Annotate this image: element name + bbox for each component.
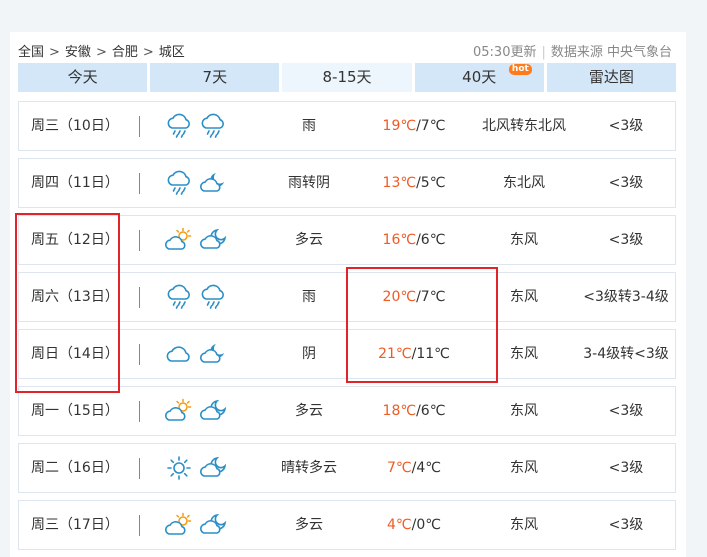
weather-icons (165, 102, 227, 150)
breadcrumb: 全国 > 安徽 > 合肥 > 城区 (18, 41, 185, 60)
rain-cloud-icon (165, 170, 193, 196)
wind-direction: 东风 (510, 289, 538, 305)
tab-8-15-days[interactable]: 8-15天 (282, 63, 412, 92)
forecast-list: 周三（10日）雨 19℃/7℃ 北风转东北风 <3级 周四（11日） 雨转阴 13℃/5℃ 东… (18, 101, 676, 557)
weather-icons (165, 387, 227, 435)
forecast-date: 周六（13日） (31, 289, 119, 305)
wind-level: <3级 (608, 517, 644, 533)
forecast-date: 周日（14日） (31, 346, 119, 362)
partly-cloudy-day-icon (165, 227, 193, 253)
partly-cloudy-day-icon (165, 512, 193, 538)
high-temperature: 13℃ (382, 175, 417, 191)
tab-7-days[interactable]: 7天 (150, 63, 280, 92)
forecast-date: 周四（11日） (31, 175, 119, 191)
tab-radar[interactable]: 雷达图 (546, 63, 677, 92)
update-time: 05:30更新 (473, 45, 537, 60)
breadcrumb-item-district[interactable]: 城区 (159, 45, 185, 60)
weather-icons (165, 444, 227, 492)
weather-icons (165, 501, 227, 549)
wind-level: <3级 (608, 232, 644, 248)
column-divider (139, 230, 140, 251)
cloud-icon (165, 341, 193, 367)
breadcrumb-separator: > (95, 45, 107, 60)
high-temperature: 7℃ (387, 460, 412, 476)
low-temperature: /6℃ (416, 232, 446, 248)
wind-level: <3级 (608, 403, 644, 419)
column-divider (139, 401, 140, 422)
column-divider (139, 344, 140, 365)
low-temperature: /0℃ (411, 517, 441, 533)
tab-40-days-label: 40天 (462, 68, 497, 86)
high-temperature: 19℃ (382, 118, 417, 134)
high-temperature: 20℃ (382, 289, 417, 305)
forecast-row: 周三（17日） 多云 4℃/0℃ 东风 <3级 (18, 500, 676, 550)
wind-level: <3级 (608, 460, 644, 476)
low-temperature: /7℃ (416, 289, 446, 305)
forecast-row: 周六（13日）雨 20℃/7℃ 东风 <3级转3-4级 (18, 272, 676, 322)
sun-icon (165, 455, 193, 481)
high-temperature: 18℃ (382, 403, 417, 419)
breadcrumb-item-province[interactable]: 安徽 (65, 45, 91, 60)
breadcrumb-item-country[interactable]: 全国 (18, 45, 44, 60)
rain-cloud-icon (165, 284, 193, 310)
wind-direction: 东风 (510, 403, 538, 419)
forecast-date: 周三（17日） (31, 517, 119, 533)
column-divider (139, 173, 140, 194)
forecast-tabs: 今天 7天 8-15天 40天 hot 雷达图 (18, 63, 677, 92)
breadcrumb-item-city[interactable]: 合肥 (112, 45, 138, 60)
low-temperature: /6℃ (416, 403, 446, 419)
column-divider (139, 458, 140, 479)
wind-direction: 东风 (510, 460, 538, 476)
wind-direction: 北风转东北风 (482, 118, 566, 134)
forecast-date: 周二（16日） (31, 460, 119, 476)
hot-badge: hot (508, 64, 532, 75)
wind-level: <3级转3-4级 (583, 289, 669, 305)
wind-level: <3级 (608, 175, 644, 191)
weather-icons (165, 330, 227, 378)
partly-cloudy-day-icon (165, 398, 193, 424)
forecast-row: 周五（12日） 多云 16℃/6℃ 东风 <3级 (18, 215, 676, 265)
low-temperature: /4℃ (411, 460, 441, 476)
forecast-row: 周三（10日）雨 19℃/7℃ 北风转东北风 <3级 (18, 101, 676, 151)
forecast-row: 周二（16日） 晴转多云 7℃/4℃ 东风 <3级 (18, 443, 676, 493)
low-temperature: /11℃ (411, 346, 450, 362)
wind-direction: 东风 (510, 346, 538, 362)
low-temperature: /5℃ (416, 175, 446, 191)
data-source: 数据来源 中央气象台 (550, 45, 672, 60)
forecast-date: 周五（12日） (31, 232, 119, 248)
wind-level: 3-4级转<3级 (583, 346, 669, 362)
forecast-date: 周三（10日） (31, 118, 119, 134)
column-divider (139, 116, 140, 137)
column-divider (139, 515, 140, 536)
wind-level: <3级 (608, 118, 644, 134)
weather-icons (165, 273, 227, 321)
rain-cloud-icon (165, 113, 193, 139)
wind-direction: 东北风 (503, 175, 545, 191)
wind-direction: 东风 (510, 517, 538, 533)
breadcrumb-separator: > (142, 45, 154, 60)
forecast-date: 周一（15日） (31, 403, 119, 419)
high-temperature: 4℃ (387, 517, 412, 533)
tab-today[interactable]: 今天 (18, 63, 148, 92)
breadcrumb-separator: > (49, 45, 60, 60)
tab-40-days[interactable]: 40天 hot (414, 63, 544, 92)
column-divider (139, 287, 140, 308)
weather-icons (165, 159, 227, 207)
divider: | (541, 45, 546, 60)
weather-icons (165, 216, 227, 264)
high-temperature: 21℃ (378, 346, 412, 362)
forecast-row: 周日（14日）阴 21℃/11℃ 东风 3-4级转<3级 (18, 329, 676, 379)
high-temperature: 16℃ (382, 232, 417, 248)
wind-direction: 东风 (510, 232, 538, 248)
low-temperature: /7℃ (416, 118, 446, 134)
forecast-row: 周一（15日） 多云 18℃/6℃ 东风 <3级 (18, 386, 676, 436)
forecast-row: 周四（11日） 雨转阴 13℃/5℃ 东北风 <3级 (18, 158, 676, 208)
update-meta: 05:30更新 | 数据来源 中央气象台 (473, 41, 672, 60)
